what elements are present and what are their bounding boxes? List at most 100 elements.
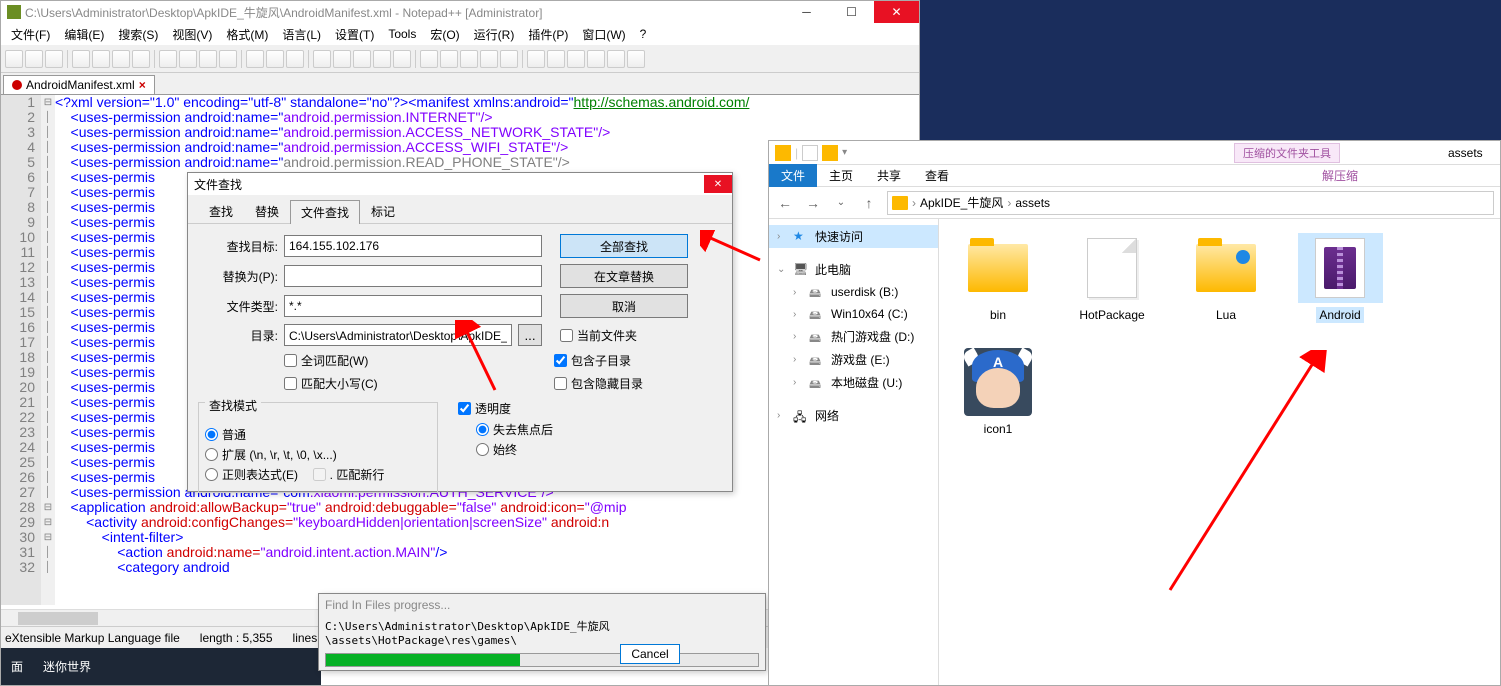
directory-input[interactable] [284, 324, 512, 346]
file-item[interactable]: HotPackage [1067, 233, 1157, 323]
toolbar-icon[interactable] [460, 50, 478, 68]
toolbar-icon[interactable] [547, 50, 565, 68]
menu-item[interactable]: 设置(T) [329, 24, 380, 45]
file-item[interactable]: bin [953, 233, 1043, 323]
minimize-button[interactable]: ─ [784, 1, 829, 23]
menu-item[interactable]: Tools [382, 25, 422, 43]
editor-tab[interactable]: AndroidManifest.xml × [3, 75, 155, 94]
nav-history-button[interactable]: ⌄ [831, 193, 851, 213]
toolbar-icon[interactable] [587, 50, 605, 68]
toolbar-icon[interactable] [313, 50, 331, 68]
transparency-checkbox[interactable] [458, 402, 471, 415]
toolbar-icon[interactable] [5, 50, 23, 68]
menu-item[interactable]: 运行(R) [468, 24, 521, 45]
toolbar-icon[interactable] [246, 50, 264, 68]
progress-cancel-button[interactable]: Cancel [620, 644, 680, 664]
cancel-button[interactable]: 取消 [560, 294, 688, 318]
filetype-input[interactable] [284, 295, 542, 317]
file-item[interactable]: Lua [1181, 233, 1271, 323]
sidebar-drive[interactable]: ›🖴热门游戏盘 (D:) [769, 325, 938, 348]
ribbon-extract-tab[interactable]: 解压缩 [1310, 164, 1370, 187]
toolbar-icon[interactable] [45, 50, 63, 68]
sidebar-drive[interactable]: ›🖴Win10x64 (C:) [769, 303, 938, 325]
toolbar-icon[interactable] [132, 50, 150, 68]
replace-in-files-button[interactable]: 在文章替换 [560, 264, 688, 288]
file-item[interactable]: Android [1295, 233, 1385, 323]
address-box[interactable]: › ApkIDE_牛旋风 › assets [887, 191, 1494, 215]
menu-item[interactable]: 搜索(S) [112, 24, 164, 45]
find-tab[interactable]: 查找 [198, 199, 244, 223]
find-tab[interactable]: 文件查找 [290, 200, 360, 224]
mode-regex-radio[interactable] [205, 468, 218, 481]
taskbar-item[interactable]: 面 [11, 658, 23, 675]
ribbon-share-tab[interactable]: 共享 [865, 164, 913, 187]
toolbar-icon[interactable] [199, 50, 217, 68]
menu-item[interactable]: 语言(L) [276, 24, 327, 45]
find-tab[interactable]: 替换 [244, 199, 290, 223]
current-folder-checkbox[interactable] [560, 329, 573, 342]
whole-word-checkbox[interactable] [284, 354, 297, 367]
toolbar-icon[interactable] [627, 50, 645, 68]
tab-close-icon[interactable]: × [139, 78, 146, 92]
toolbar-icon[interactable] [72, 50, 90, 68]
file-item[interactable]: Aicon1 [953, 347, 1043, 437]
taskbar-item[interactable]: 迷你世界 [43, 658, 91, 675]
breadcrumb[interactable]: ApkIDE_牛旋风 [920, 194, 1003, 211]
menu-item[interactable]: 视图(V) [166, 24, 218, 45]
browse-button[interactable]: ... [518, 324, 542, 346]
toolbar-icon[interactable] [333, 50, 351, 68]
menu-item[interactable]: 编辑(E) [58, 24, 110, 45]
sidebar-network[interactable]: ›🖧网络 [769, 404, 938, 427]
find-close-button[interactable]: ✕ [704, 175, 732, 193]
toolbar-icon[interactable] [567, 50, 585, 68]
menu-item[interactable]: 插件(P) [522, 24, 574, 45]
sidebar-quick-access[interactable]: ›★快速访问 [769, 225, 938, 248]
toolbar-icon[interactable] [373, 50, 391, 68]
ribbon-view-tab[interactable]: 查看 [913, 164, 961, 187]
toolbar-icon[interactable] [500, 50, 518, 68]
npp-titlebar[interactable]: C:\Users\Administrator\Desktop\ApkIDE_牛旋… [1, 1, 919, 23]
menu-item[interactable]: 文件(F) [5, 24, 56, 45]
replace-input[interactable] [284, 265, 542, 287]
nav-forward-button[interactable]: → [803, 193, 823, 213]
toolbar-icon[interactable] [607, 50, 625, 68]
qat-dropdown-icon[interactable]: ▾ [842, 147, 847, 158]
nav-back-button[interactable]: ← [775, 193, 795, 213]
toolbar-icon[interactable] [480, 50, 498, 68]
find-tab[interactable]: 标记 [360, 199, 406, 223]
toolbar-icon[interactable] [219, 50, 237, 68]
toolbar-icon[interactable] [179, 50, 197, 68]
toolbar-icon[interactable] [527, 50, 545, 68]
toolbar-icon[interactable] [25, 50, 43, 68]
properties-icon[interactable] [802, 145, 818, 161]
menu-item[interactable]: 窗口(W) [576, 24, 631, 45]
always-radio[interactable] [476, 443, 489, 456]
sidebar-drive[interactable]: ›🖴本地磁盘 (U:) [769, 371, 938, 394]
ribbon-home-tab[interactable]: 主页 [817, 164, 865, 187]
mode-normal-radio[interactable] [205, 428, 218, 441]
toolbar-icon[interactable] [353, 50, 371, 68]
sidebar-drive[interactable]: ›🖴游戏盘 (E:) [769, 348, 938, 371]
find-dialog-titlebar[interactable]: 文件查找 ✕ [188, 173, 732, 195]
hidden-folders-checkbox[interactable] [554, 377, 567, 390]
mode-extended-radio[interactable] [205, 448, 218, 461]
toolbar-icon[interactable] [420, 50, 438, 68]
toolbar-icon[interactable] [112, 50, 130, 68]
toolbar-icon[interactable] [266, 50, 284, 68]
match-case-checkbox[interactable] [284, 377, 297, 390]
maximize-button[interactable]: ☐ [829, 1, 874, 23]
sidebar-this-pc[interactable]: ⌄🖥此电脑 [769, 258, 938, 281]
find-target-input[interactable] [284, 235, 542, 257]
find-all-button[interactable]: 全部查找 [560, 234, 688, 258]
subfolders-checkbox[interactable] [554, 354, 567, 367]
menu-item[interactable]: 宏(O) [424, 24, 465, 45]
toolbar-icon[interactable] [440, 50, 458, 68]
on-lose-focus-radio[interactable] [476, 423, 489, 436]
close-button[interactable]: ✕ [874, 1, 919, 23]
toolbar-icon[interactable] [286, 50, 304, 68]
toolbar-icon[interactable] [159, 50, 177, 68]
sidebar-drive[interactable]: ›🖴userdisk (B:) [769, 281, 938, 303]
toolbar-icon[interactable] [393, 50, 411, 68]
menu-item[interactable]: ? [634, 25, 653, 43]
nav-up-button[interactable]: ↑ [859, 193, 879, 213]
